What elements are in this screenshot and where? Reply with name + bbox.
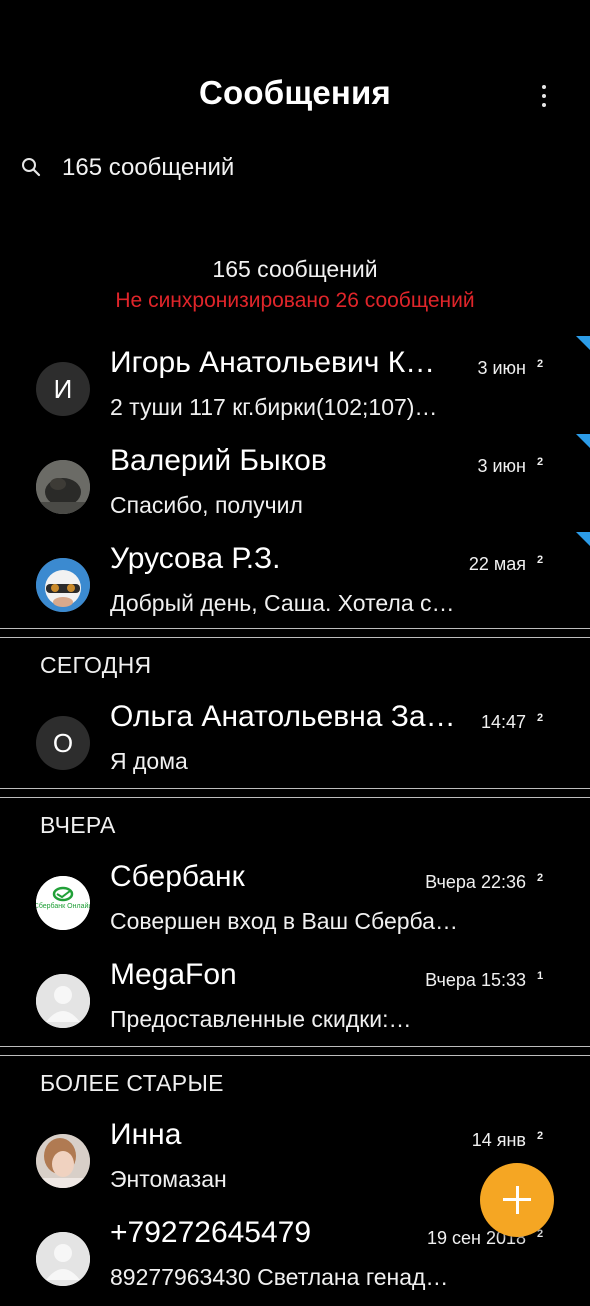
- message-count-badge: 2: [537, 1130, 544, 1142]
- conversation-snippet: Предоставленные скидки:…: [110, 1006, 412, 1032]
- conversation-name: Ольга Анатольевна За…: [110, 700, 456, 733]
- avatar: [36, 460, 90, 514]
- search-icon: [22, 158, 41, 177]
- conversation-item[interactable]: Урусова Р.З. 22 мая 2 Добрый день, Саша.…: [0, 532, 590, 632]
- message-count-badge: 1: [537, 970, 544, 982]
- conversation-date: Вчера 15:33: [425, 970, 526, 990]
- conversation-item[interactable]: О Ольга Анатольевна За… 14:47 2 Я дома: [0, 694, 590, 790]
- conversation-date: Вчера 22:36: [425, 872, 526, 892]
- avatar: Сбербанк Онлайн: [36, 876, 90, 930]
- avatar: [36, 1232, 90, 1286]
- avatar: [36, 558, 90, 612]
- message-count-badge: 2: [537, 872, 544, 884]
- conversation-date: 14:47: [480, 712, 526, 732]
- message-count: 165 сообщений: [212, 256, 378, 282]
- new-message-button[interactable]: [480, 1163, 554, 1237]
- section-divider: [0, 1046, 590, 1056]
- avatar: [36, 1134, 90, 1188]
- app-header: Сообщения: [0, 0, 590, 140]
- conversation-snippet: Я дома: [110, 748, 188, 774]
- conversation-name: Валерий Быков: [110, 444, 327, 477]
- default-avatar-icon: [36, 974, 90, 1028]
- section-header-today: СЕГОДНЯ: [40, 652, 152, 678]
- contact-photo-icon: [36, 1134, 90, 1188]
- unsynced-count: Не синхронизировано 26 сообщений: [115, 289, 475, 312]
- conversation-snippet: Спасибо, получил: [110, 492, 303, 518]
- message-count-badge: 2: [537, 712, 544, 724]
- conversation-name: MegaFon: [110, 958, 237, 991]
- conversation-name: Инна: [110, 1118, 182, 1151]
- avatar: [36, 974, 90, 1028]
- unsynced-flag-icon: [576, 434, 590, 448]
- sberbank-logo-icon: Сбербанк Онлайн: [36, 876, 90, 930]
- conversation-date: 3 июн: [477, 456, 526, 476]
- conversation-snippet: Добрый день, Саша. Хотела с…: [110, 590, 455, 616]
- conversation-name: +79272645479: [110, 1216, 312, 1249]
- conversation-snippet: Совершен вход в Ваш Сберба…: [110, 908, 458, 934]
- contact-photo-icon: [36, 460, 90, 514]
- conversation-snippet: Энтомазан: [110, 1166, 227, 1192]
- conversation-name: Игорь Анатольевич К…: [110, 346, 436, 379]
- conversation-name: Сбербанк: [110, 860, 245, 893]
- conversation-item[interactable]: MegaFon Вчера 15:33 1 Предоставленные ск…: [0, 952, 590, 1048]
- conversation-item[interactable]: Сбербанк Онлайн Сбербанк Вчера 22:36 2 С…: [0, 854, 590, 950]
- message-count-badge: 2: [537, 358, 544, 370]
- unsynced-flag-icon: [576, 532, 590, 546]
- section-divider: [0, 788, 590, 798]
- section-header-yesterday: ВЧЕРА: [40, 812, 116, 838]
- page-title: Сообщения: [198, 74, 391, 111]
- avatar: И: [36, 362, 90, 416]
- conversation-snippet: 2 туши 117 кг.бирки(102;107)…: [110, 394, 438, 420]
- more-vert-icon[interactable]: [530, 80, 558, 112]
- conversation-item[interactable]: И Игорь Анатольевич К… 3 июн 2 2 туши 11…: [0, 336, 590, 436]
- conversation-date: 3 июн: [477, 358, 526, 378]
- message-count-badge: 2: [537, 456, 544, 468]
- search-bar[interactable]: 165 сообщений: [0, 148, 590, 188]
- message-count-badge: 2: [537, 554, 544, 566]
- message-summary: 165 сообщений Не синхронизировано 26 соо…: [0, 256, 590, 313]
- unsynced-flag-icon: [576, 336, 590, 350]
- conversation-date: 22 мая: [468, 554, 526, 574]
- default-avatar-icon: [36, 1232, 90, 1286]
- conversation-date: 14 янв: [471, 1130, 526, 1150]
- avatar: О: [36, 716, 90, 770]
- section-divider: [0, 628, 590, 638]
- section-header-older: БОЛЕЕ СТАРЫЕ: [40, 1070, 224, 1096]
- contact-photo-icon: [36, 558, 90, 612]
- search-query: 165 сообщений: [62, 154, 235, 181]
- conversation-name: Урусова Р.З.: [110, 542, 281, 575]
- conversation-snippet: 89277963430 Светлана генад…: [110, 1264, 449, 1290]
- sberbank-logo-text: Сбербанк Онлайн: [36, 902, 90, 910]
- conversation-item[interactable]: Валерий Быков 3 июн 2 Спасибо, получил: [0, 434, 590, 534]
